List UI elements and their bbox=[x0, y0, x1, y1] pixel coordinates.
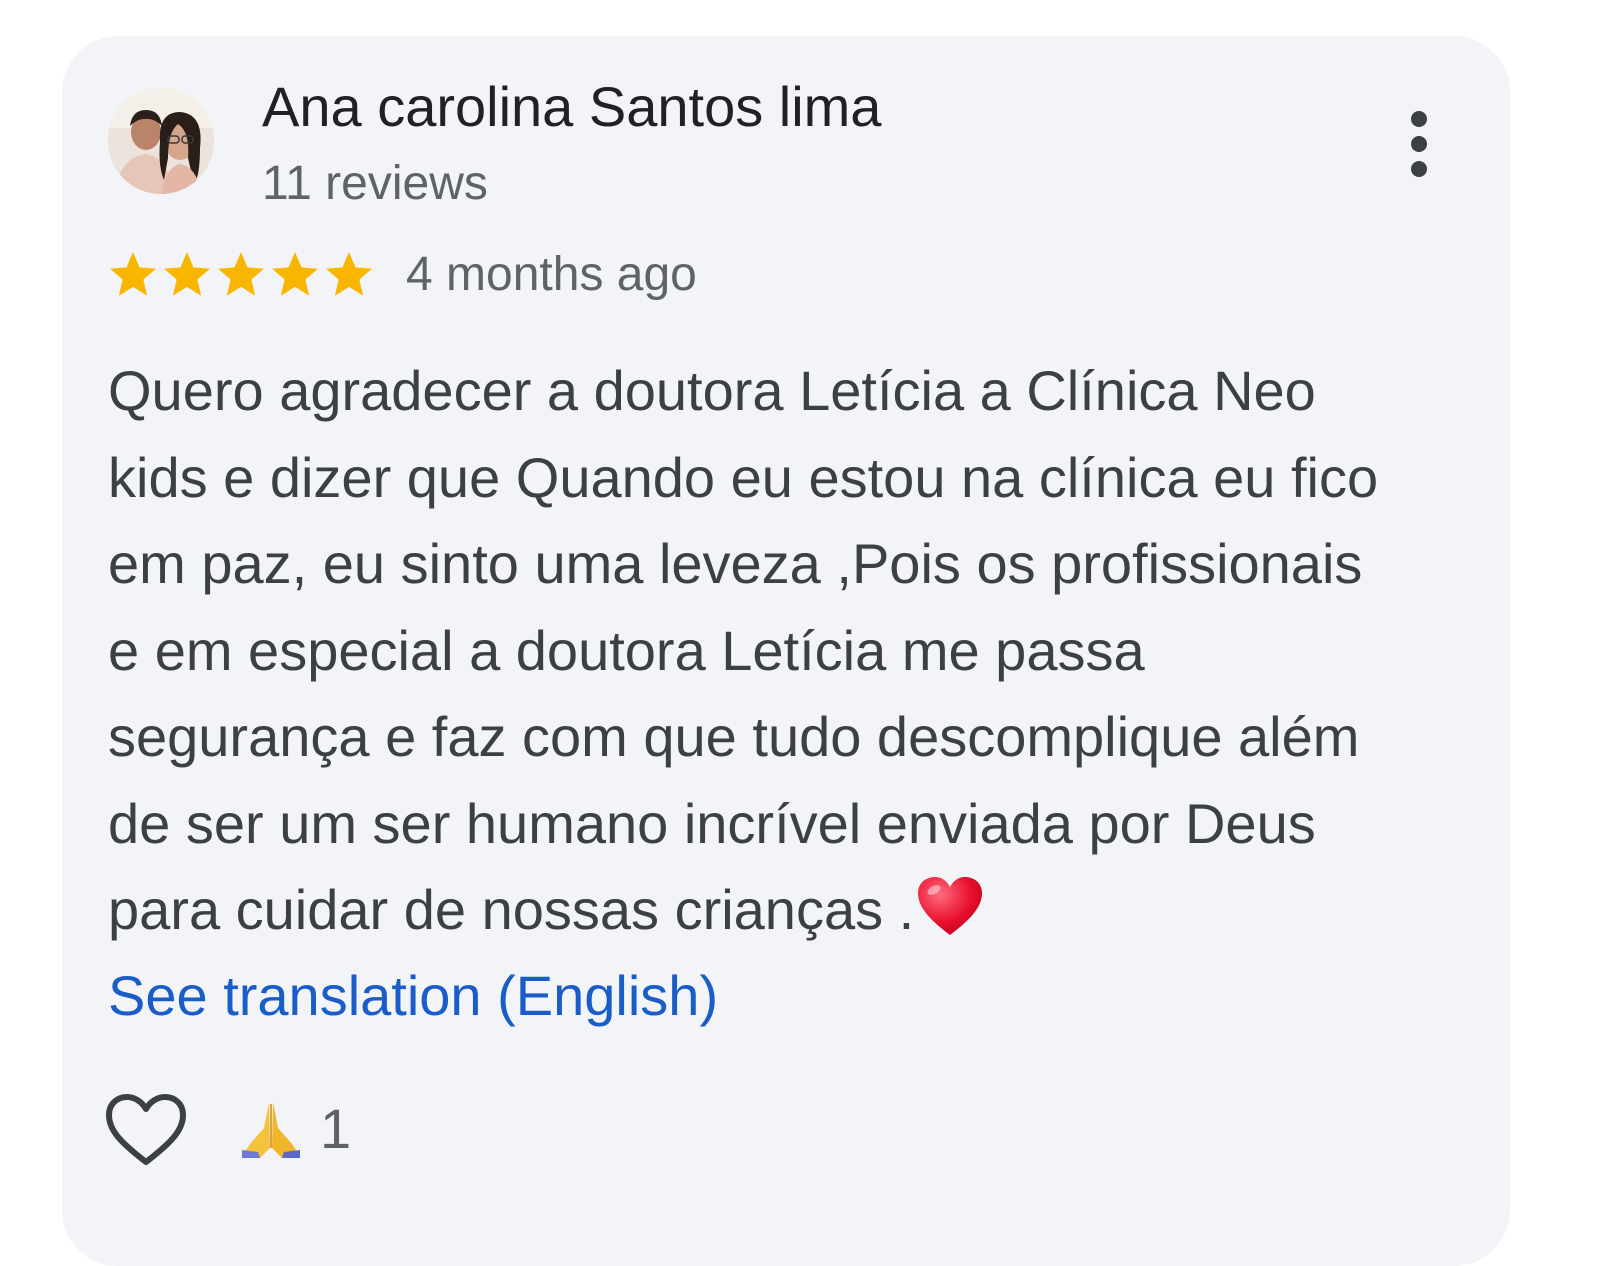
red-heart-emoji bbox=[918, 877, 983, 935]
review-text-last-line: para cuidar de nossas crianças . bbox=[108, 867, 1488, 954]
reaction-chip[interactable]: 1 bbox=[238, 1096, 351, 1162]
more-options-button[interactable] bbox=[1392, 106, 1446, 182]
review-text: Quero agradecer a doutora Letícia a Clín… bbox=[108, 348, 1488, 954]
see-translation-link[interactable]: See translation (English) bbox=[108, 960, 718, 1032]
rating-row: 4 months ago bbox=[106, 244, 697, 306]
like-button[interactable] bbox=[104, 1092, 188, 1168]
review-count[interactable]: 11 reviews bbox=[262, 154, 488, 214]
reaction-count: 1 bbox=[320, 1097, 352, 1160]
review-text-line: para cuidar de nossas crianças . bbox=[108, 878, 915, 941]
heart-outline-icon bbox=[106, 1094, 186, 1165]
review-text-line: de ser um ser humano incrível enviada po… bbox=[108, 791, 1316, 855]
review-text-line: Quero agradecer a doutora Letícia a Clín… bbox=[108, 359, 1316, 422]
star-icon bbox=[272, 252, 318, 296]
review-text-line: e em especial a doutora Letícia me passa bbox=[108, 618, 1145, 682]
more-vert-icon bbox=[1411, 111, 1427, 177]
avatar-photo bbox=[108, 88, 214, 194]
review-text-line: segurança e faz com que tudo descompliqu… bbox=[108, 705, 1360, 768]
star-icon bbox=[218, 252, 264, 296]
star-icon bbox=[110, 252, 156, 296]
review-text-line: em paz, eu sinto uma leveza ,Pois os pro… bbox=[108, 532, 1363, 595]
star-icon bbox=[164, 252, 210, 296]
folded-hands-emoji bbox=[242, 1102, 300, 1158]
star-rating bbox=[106, 248, 376, 302]
star-icon bbox=[326, 252, 372, 296]
avatar[interactable] bbox=[108, 88, 214, 194]
author-name[interactable]: Ana carolina Santos lima bbox=[262, 72, 881, 142]
review-text-line: kids e dizer que Quando eu estou na clín… bbox=[108, 445, 1379, 509]
review-date: 4 months ago bbox=[406, 248, 697, 301]
